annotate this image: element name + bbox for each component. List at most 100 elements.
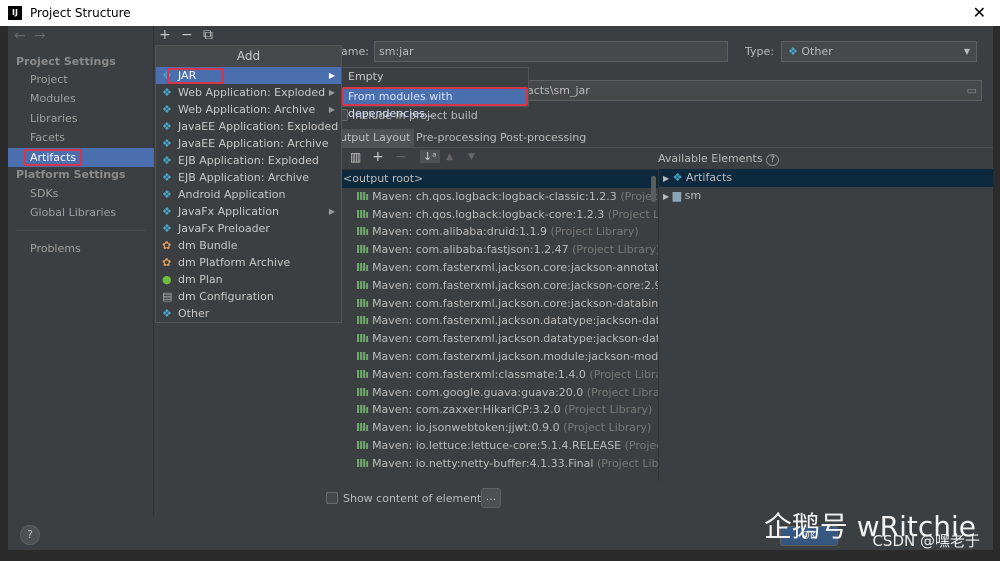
menu-item[interactable]: ❖ JavaFx Preloader xyxy=(156,220,341,237)
menu-item-label: Android Application xyxy=(178,188,286,201)
library-row[interactable]: IIIı Maven: com.fasterxml.jackson.core:ja… xyxy=(340,295,658,313)
menu-item[interactable]: ❖ EJB Application: Exploded xyxy=(156,152,341,169)
library-row[interactable]: IIIı Maven: io.netty:netty-buffer:4.1.33.… xyxy=(340,455,658,473)
library-icon: IIIı xyxy=(356,385,369,399)
menu-item[interactable]: ❖ EJB Application: Archive xyxy=(156,169,341,186)
chevron-down-icon: ▼ xyxy=(963,47,970,56)
library-name: Maven: ch.qos.logback:logback-core:1.2.3 xyxy=(372,207,605,221)
library-row[interactable]: IIIı Maven: com.fasterxml.jackson.module:… xyxy=(340,348,658,366)
library-name: Maven: io.lettuce:lettuce-core:5.1.4.REL… xyxy=(372,438,622,452)
show-content-checkbox[interactable] xyxy=(326,492,338,504)
library-icon: IIIı xyxy=(356,314,369,328)
library-name: Maven: ch.qos.logback:logback-classic:1.… xyxy=(372,189,617,203)
library-suffix: (Project Library) xyxy=(589,367,658,381)
menu-item[interactable]: ✿ dm Platform Archive xyxy=(156,254,341,271)
artifact-type-icon: ● xyxy=(162,273,172,286)
back-arrow-icon[interactable]: ← xyxy=(14,28,26,44)
tab-output-layout[interactable]: utput Layout xyxy=(336,129,415,147)
available-elements-tree[interactable]: ▶ ❖ Artifacts ▶ ▆ sm xyxy=(658,169,993,481)
help-button[interactable]: ? xyxy=(20,525,40,545)
library-name: Maven: io.jsonwebtoken:jjwt:0.9.0 xyxy=(372,421,560,435)
menu-item[interactable]: ❖ Other xyxy=(156,305,341,322)
sidebar-item-project[interactable]: Project xyxy=(8,70,154,89)
submenu-arrow-icon: ▶ xyxy=(328,71,335,80)
library-row[interactable]: IIIı Maven: com.fasterxml.jackson.datatyp… xyxy=(340,312,658,330)
sidebar-item-sdks[interactable]: SDKs xyxy=(8,184,154,203)
menu-item[interactable]: ❖ Web Application: Archive ▶ xyxy=(156,101,341,118)
artifact-type-icon: ❖ xyxy=(162,171,172,184)
library-row[interactable]: IIIı Maven: io.jsonwebtoken:jjwt:0.9.0 (P… xyxy=(340,419,658,437)
library-row[interactable]: IIIı Maven: ch.qos.logback:logback-classi… xyxy=(340,188,658,206)
library-row[interactable]: IIIı Maven: com.alibaba:fastjson:1.2.47 (… xyxy=(340,241,658,259)
sidebar-item-libraries[interactable]: Libraries xyxy=(8,109,154,128)
sidebar-item-problems[interactable]: Problems xyxy=(8,239,154,258)
move-up-icon[interactable]: ▲ xyxy=(446,152,453,162)
remove-icon[interactable]: − xyxy=(181,27,193,43)
library-row[interactable]: IIIı Maven: com.fasterxml:classmate:1.4.0… xyxy=(340,366,658,384)
library-name: Maven: com.google.guava:guava:20.0 xyxy=(372,385,584,399)
add-popup-menu: Add ❖ JAR ▶ ❖ Web Application: Exploded ▶ ❖ Web… xyxy=(155,45,342,323)
move-down-icon[interactable]: ▼ xyxy=(468,152,475,162)
menu-item[interactable]: ✿ dm Bundle xyxy=(156,237,341,254)
sidebar-item-facets[interactable]: Facets xyxy=(8,128,154,147)
library-row[interactable]: IIIı Maven: ch.qos.logback:logback-core:1… xyxy=(340,206,658,224)
library-row[interactable]: IIIı Maven: com.zaxxer:HikariCP:3.2.0 (Pr… xyxy=(340,401,658,419)
library-icon: IIIı xyxy=(356,278,369,292)
tab-pre-processing[interactable]: Pre-processing xyxy=(412,129,501,147)
menu-item-label: JavaFx Application xyxy=(178,205,280,218)
library-row[interactable]: IIIı Maven: com.google.guava:guava:20.0 (… xyxy=(340,384,658,402)
add-element-icon[interactable]: + xyxy=(372,149,384,165)
library-suffix: (Project Library) xyxy=(596,456,658,470)
library-row[interactable]: IIIı Maven: com.fasterxml.jackson.core:ja… xyxy=(340,277,658,295)
menu-item-label: dm Platform Archive xyxy=(178,256,291,269)
tree-item-artifacts[interactable]: ▶ ❖ Artifacts xyxy=(659,169,993,187)
type-select[interactable]: ❖ Other ▼ xyxy=(781,41,977,62)
library-icon: IIIı xyxy=(356,225,369,239)
library-name: Maven: com.fasterxml:classmate:1.4.0 xyxy=(372,367,586,381)
artifact-icon: ❖ xyxy=(672,171,683,184)
menu-item[interactable]: ❖ JavaEE Application: Exploded xyxy=(156,118,341,135)
menu-item[interactable]: ❖ Web Application: Exploded ▶ xyxy=(156,84,341,101)
tree-scrollbar[interactable] xyxy=(651,176,656,202)
sort-icon[interactable]: ↓ᵃ xyxy=(420,150,440,163)
library-row[interactable]: IIIı Maven: com.fasterxml.jackson.datatyp… xyxy=(340,330,658,348)
library-icon: IIIı xyxy=(356,349,369,363)
library-name: Maven: com.fasterxml.jackson.datatype:ja… xyxy=(372,332,658,346)
library-icon: IIIı xyxy=(356,367,369,381)
tab-post-processing[interactable]: Post-processing xyxy=(496,129,590,147)
folder-icon[interactable]: ▭ xyxy=(967,81,977,100)
close-button[interactable]: ✕ xyxy=(973,3,986,22)
artifact-type-icon: ✿ xyxy=(162,256,172,269)
menu-item[interactable]: ❖ Android Application xyxy=(156,186,341,203)
name-input[interactable]: sm:jar xyxy=(374,41,728,62)
forward-arrow-icon[interactable]: → xyxy=(34,28,46,44)
tree-root[interactable]: <output root> xyxy=(340,170,658,188)
menu-item[interactable]: ● dm Plan xyxy=(156,271,341,288)
library-row[interactable]: IIIı Maven: com.alibaba:druid:1.1.9 (Proj… xyxy=(340,223,658,241)
tree-item-sm[interactable]: ▶ ▆ sm xyxy=(659,187,993,205)
sidebar-item-global-libraries[interactable]: Global Libraries xyxy=(8,203,154,222)
library-suffix: (Project Library) xyxy=(586,385,658,399)
menu-item[interactable]: ▤ dm Configuration xyxy=(156,288,341,305)
output-layout-tree[interactable]: <output root> IIIı Maven: ch.qos.logback:l… xyxy=(340,169,658,481)
library-row[interactable]: IIIı Maven: io.lettuce:lettuce-core:5.1.4… xyxy=(340,437,658,455)
library-suffix: (Project Library) xyxy=(624,438,658,452)
menu-item[interactable]: ❖ JavaFx Application ▶ xyxy=(156,203,341,220)
available-elements-title: Available Elements ? xyxy=(658,152,779,166)
name-label: ame: xyxy=(341,45,369,58)
sidebar-item-modules[interactable]: Modules xyxy=(8,89,154,108)
menu-item-label: JavaEE Application: Archive xyxy=(178,137,329,150)
more-button[interactable]: ... xyxy=(481,488,501,508)
menu-item-empty[interactable]: Empty xyxy=(342,68,528,85)
highlight-box xyxy=(167,68,224,84)
menu-item-label: dm Configuration xyxy=(178,290,274,303)
library-row[interactable]: IIIı Maven: com.fasterxml.jackson.core:ja… xyxy=(340,259,658,277)
title-bar: IJ Project Structure ✕ xyxy=(0,0,1000,26)
create-directory-icon[interactable]: ▥ xyxy=(350,150,361,164)
remove-element-icon[interactable]: − xyxy=(395,149,407,165)
artifact-type-icon: ❖ xyxy=(162,103,172,116)
add-icon[interactable]: + xyxy=(159,27,171,43)
artifact-type-icon: ❖ xyxy=(162,137,172,150)
menu-item[interactable]: ❖ JavaEE Application: Archive xyxy=(156,135,341,152)
copy-icon[interactable]: ⧉ xyxy=(203,27,213,43)
